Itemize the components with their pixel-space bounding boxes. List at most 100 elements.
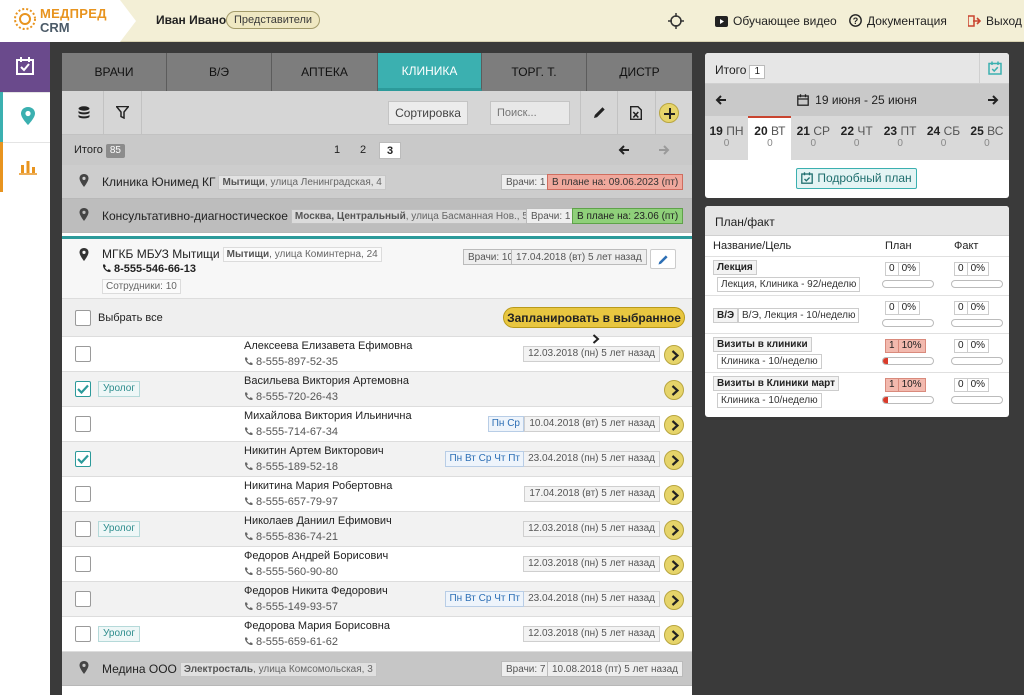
open-doctor-button[interactable] — [664, 590, 684, 610]
doctor-name[interactable]: Михайлова Виктория Ильинична — [244, 410, 412, 422]
page-1[interactable]: 1 — [326, 142, 348, 159]
doctor-checkbox[interactable] — [75, 416, 91, 432]
open-doctor-button[interactable] — [664, 485, 684, 505]
role-badge[interactable]: Представители — [226, 11, 321, 29]
week-range[interactable]: 19 июня - 25 июня — [705, 93, 1009, 107]
open-doctor-button[interactable] — [664, 415, 684, 435]
doctor-row[interactable]: Уролог Николаев Даниил Ефимович 8-555-836-… — [62, 512, 692, 547]
tab-pharmacy[interactable]: АПТЕКА — [272, 53, 378, 91]
nav-reports[interactable] — [0, 142, 50, 192]
nav-calendar[interactable] — [0, 42, 50, 92]
doctor-name[interactable]: Никитина Мария Робертовна — [244, 480, 392, 492]
day-cell-вс[interactable]: 25 ВС 0 — [965, 116, 1008, 160]
documentation-link[interactable]: ? Документация — [849, 14, 947, 28]
logout-icon — [967, 15, 982, 27]
open-doctor-button[interactable] — [664, 450, 684, 470]
day-cell-чт[interactable]: 22 ЧТ 0 — [835, 116, 878, 160]
doctor-checkbox[interactable] — [75, 346, 91, 362]
day-cell-пн[interactable]: 19 ПН 0 — [705, 116, 748, 160]
tab-retail[interactable]: ТОРГ. Т. — [482, 53, 587, 91]
week-total: Итого 1 — [715, 63, 766, 79]
tab-bar: ВРАЧИ В/Э АПТЕКА КЛИНИКА ТОРГ. Т. ДИСТР — [62, 53, 692, 91]
day-label: 19 ПН — [709, 124, 744, 138]
doctor-checkbox[interactable] — [75, 486, 91, 502]
specialty-badge: Уролог — [98, 381, 140, 397]
page-2[interactable]: 2 — [352, 142, 374, 159]
expanded-clinic[interactable]: МГКБ МБУЗ Мытищи Мытищи, улица Коминтерна… — [62, 236, 692, 299]
tab-doctors[interactable]: ВРАЧИ — [62, 53, 167, 91]
doctor-row[interactable]: Никитин Артем Викторович 8-555-189-52-18 2… — [62, 442, 692, 477]
locate-icon[interactable] — [668, 13, 684, 29]
fact-value: 0 0% — [954, 377, 990, 392]
select-all-checkbox[interactable] — [75, 310, 91, 326]
detailed-plan-button[interactable]: Подробный план — [796, 168, 917, 189]
doctor-name[interactable]: Алексеева Елизавета Ефимовна — [244, 340, 412, 352]
phone-icon — [244, 637, 253, 646]
training-video-link[interactable]: Обучающее видео — [715, 14, 837, 28]
tab-distributor[interactable]: ДИСТР — [587, 53, 692, 91]
plan-fact-header: План/факт — [705, 206, 1009, 236]
open-doctor-button[interactable] — [664, 625, 684, 645]
last-visit-badge: 23.04.2018 (пн) 5 лет назад — [523, 451, 660, 467]
doctor-row[interactable]: Федоров Никита Федорович 8-555-149-93-57 2… — [62, 582, 692, 617]
plan-selected-button[interactable]: Запланировать в выбранное — [503, 307, 685, 344]
doctor-name[interactable]: Федоров Андрей Борисович — [244, 550, 388, 562]
doctor-name[interactable]: Федоров Никита Федорович — [244, 585, 388, 597]
sort-button[interactable]: Сортировка — [388, 101, 468, 125]
open-doctor-button[interactable] — [664, 555, 684, 575]
map-pin-icon — [79, 248, 89, 261]
next-page-icon[interactable] — [657, 143, 671, 157]
toolbar: Сортировка — [62, 91, 692, 135]
database-button[interactable] — [66, 91, 104, 135]
tab-ve[interactable]: В/Э — [167, 53, 272, 91]
day-cell-сб[interactable]: 24 СБ 0 — [922, 116, 965, 160]
logout-link[interactable]: Выход — [967, 14, 1022, 28]
left-nav — [0, 42, 50, 695]
doctor-checkbox[interactable] — [75, 626, 91, 642]
doctor-name[interactable]: Николаев Даниил Ефимович — [244, 515, 392, 527]
doctor-phone: 8-555-657-79-97 — [244, 496, 338, 508]
doctor-checkbox[interactable] — [75, 591, 91, 607]
edit-clinic-button[interactable] — [650, 249, 676, 269]
day-cell-вт[interactable]: 20 ВТ 0 — [748, 116, 792, 160]
day-cell-пт[interactable]: 23 ПТ 0 — [879, 116, 922, 160]
calendar-toggle-button[interactable] — [979, 53, 1009, 84]
clinic-row[interactable]: Консультативно-диагностическое Москва, Це… — [62, 199, 692, 233]
prev-page-icon[interactable] — [617, 143, 631, 157]
add-button[interactable] — [659, 103, 679, 123]
doctor-row[interactable]: Уролог Федорова Мария Борисовна 8-555-659-… — [62, 617, 692, 652]
doctor-checkbox[interactable] — [75, 381, 91, 397]
doctor-row[interactable]: Алексеева Елизавета Ефимовна 8-555-897-52… — [62, 337, 692, 372]
doctor-name[interactable]: Федорова Мария Борисовна — [244, 620, 390, 632]
open-doctor-button[interactable] — [664, 345, 684, 365]
doctor-row[interactable]: Михайлова Виктория Ильинична 8-555-714-67… — [62, 407, 692, 442]
nav-map[interactable] — [0, 92, 50, 142]
filter-button[interactable] — [104, 91, 142, 135]
day-label: 21 СР — [796, 124, 830, 138]
tab-clinic[interactable]: КЛИНИКА — [378, 53, 482, 91]
doctor-row[interactable]: Федоров Андрей Борисович 8-555-560-90-80 1… — [62, 547, 692, 582]
doctor-row[interactable]: Никитина Мария Робертовна 8-555-657-79-97… — [62, 477, 692, 512]
edit-button[interactable] — [580, 91, 618, 135]
goal-target: Клиника - 10/неделю — [717, 354, 822, 369]
clinic-row[interactable]: Медина ООО Электросталь, улица Комсомольс… — [62, 652, 692, 686]
next-week-icon[interactable] — [986, 93, 1000, 107]
goal-target: Лекция, Клиника - 92/неделю — [717, 277, 861, 292]
search-input[interactable] — [490, 101, 570, 125]
doctor-name[interactable]: Никитин Артем Викторович — [244, 445, 384, 457]
open-doctor-button[interactable] — [664, 380, 684, 400]
doctor-checkbox[interactable] — [75, 521, 91, 537]
user-name[interactable]: Иван Иванов — [156, 13, 234, 27]
doctor-checkbox[interactable] — [75, 451, 91, 467]
page-3[interactable]: 3 — [379, 142, 401, 159]
clinic-row[interactable]: Клиника Юнимед КГ Мытищи, улица Ленинград… — [62, 165, 692, 199]
doctor-row[interactable]: Уролог Васильева Виктория Артемовна 8-555-… — [62, 372, 692, 407]
open-doctor-button[interactable] — [664, 520, 684, 540]
logo[interactable]: МЕДПРЕД CRM — [0, 0, 136, 42]
total-count: 85 — [105, 144, 125, 158]
day-cell-ср[interactable]: 21 СР 0 — [792, 116, 835, 160]
doctor-checkbox[interactable] — [75, 556, 91, 572]
plan-value: 0 0% — [885, 262, 921, 276]
doctor-name[interactable]: Васильева Виктория Артемовна — [244, 375, 409, 387]
export-excel-button[interactable] — [618, 91, 656, 135]
